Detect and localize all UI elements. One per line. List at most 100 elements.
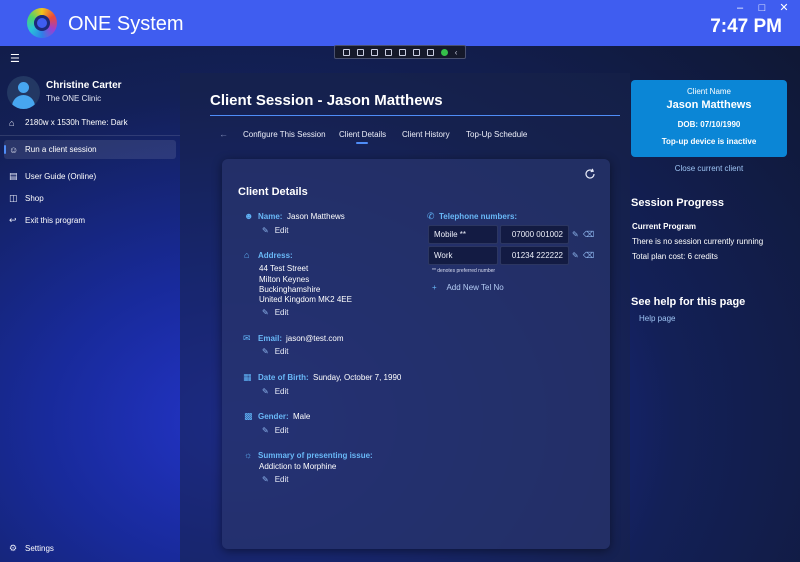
- edit-name-button[interactable]: ✎ Edit: [262, 226, 289, 235]
- maximize-icon[interactable]: □: [754, 2, 770, 14]
- sidebar: ☰ Christine Carter The ONE Clinic ⌂ 2180…: [0, 46, 180, 562]
- sidebar-item-label: Exit this program: [25, 216, 86, 225]
- collapse-chevron-icon[interactable]: ‹: [455, 48, 458, 57]
- tel-number-field[interactable]: 07000 001002: [500, 225, 569, 244]
- user-clinic: The ONE Clinic: [46, 94, 102, 103]
- pencil-icon: ✎: [262, 387, 269, 396]
- sidebar-item-label: 2180w x 1530h Theme: Dark: [25, 118, 128, 127]
- mail-icon: ✉: [243, 333, 251, 343]
- active-tab-indicator: [356, 142, 368, 144]
- client-card-name: Jason Matthews: [666, 99, 752, 111]
- gear-icon: ⚙: [9, 543, 18, 553]
- phone-icon: ✆: [427, 211, 435, 221]
- person-settings-icon: ☺: [9, 144, 19, 155]
- sidebar-item-label: Run a client session: [25, 145, 97, 154]
- client-card-dob: DOB: 07/10/1990: [677, 120, 741, 129]
- window-icon[interactable]: [356, 48, 364, 56]
- edit-address-button[interactable]: ✎ Edit: [262, 308, 289, 317]
- edit-issue-button[interactable]: ✎ Edit: [262, 475, 289, 484]
- address-label: Address:: [258, 251, 293, 260]
- help-title: See help for this page: [631, 296, 746, 308]
- edit-tel-icon[interactable]: ✎: [572, 251, 579, 260]
- pencil-icon: ✎: [262, 347, 269, 356]
- app-title: ONE System: [68, 13, 184, 35]
- email-label: Email:: [258, 334, 283, 343]
- frame-icon[interactable]: [384, 48, 392, 56]
- pencil-icon: ✎: [262, 426, 269, 435]
- gender-label: Gender:: [258, 412, 289, 421]
- name-label: Name:: [258, 212, 283, 221]
- title-underline: [210, 115, 620, 116]
- gender-value: Male: [293, 412, 311, 421]
- home-icon: ⌂: [244, 250, 250, 260]
- home-icon: ⌂: [9, 117, 15, 128]
- floating-toolbar: ‹: [334, 45, 466, 59]
- edit-tel-icon[interactable]: ✎: [572, 230, 579, 239]
- address-line: United Kingdom MK2 4EE: [259, 295, 352, 304]
- status-ok-icon[interactable]: [440, 48, 448, 56]
- person-icon: ☻: [244, 211, 254, 221]
- client-card-heading: Client Name: [686, 87, 731, 96]
- pencil-icon: ✎: [262, 308, 269, 317]
- dob-label: Date of Birth:: [258, 373, 309, 382]
- pencil-icon: ✎: [262, 226, 269, 235]
- sidebar-item-label: Settings: [25, 544, 54, 553]
- avatar: [7, 76, 40, 109]
- app-logo-icon: [27, 8, 57, 38]
- tab-client-details[interactable]: Client Details: [339, 130, 386, 139]
- sidebar-item-shop[interactable]: ◫ Shop: [4, 189, 176, 208]
- hamburger-menu-icon[interactable]: ☰: [10, 54, 20, 65]
- tel-number-field[interactable]: 01234 222222: [500, 246, 569, 265]
- back-arrow-icon[interactable]: ←: [219, 129, 228, 139]
- clock: 7:47 PM: [710, 16, 782, 37]
- book-icon: ▤: [9, 171, 18, 181]
- delete-tel-icon[interactable]: ⌫: [583, 230, 594, 239]
- telephone-label: Telephone numbers:: [439, 212, 518, 221]
- tab-configure-session[interactable]: Configure This Session: [243, 130, 326, 139]
- sidebar-item-label: User Guide (Online): [25, 172, 97, 181]
- delete-tel-icon[interactable]: ⌫: [583, 251, 594, 260]
- edit-gender-button[interactable]: ✎ Edit: [262, 426, 289, 435]
- issue-label: Summary of presenting issue:: [258, 451, 373, 460]
- sidebar-item-run-session[interactable]: ☺ Run a client session: [4, 140, 176, 159]
- client-card-topup-status: Top-up device is inactive: [661, 137, 757, 146]
- edit-email-button[interactable]: ✎ Edit: [262, 347, 289, 356]
- plus-icon: +: [432, 283, 437, 292]
- divider: [0, 135, 180, 136]
- screen-icon[interactable]: [398, 48, 406, 56]
- session-progress-title: Session Progress: [631, 197, 724, 209]
- preferred-number-note: ** denotes preferred number: [432, 268, 496, 274]
- edit-dob-button[interactable]: ✎ Edit: [262, 387, 289, 396]
- refresh-icon[interactable]: [584, 168, 596, 180]
- close-client-link[interactable]: Close current client: [631, 164, 787, 173]
- tab-top-up-schedule[interactable]: Top-Up Schedule: [466, 130, 527, 139]
- client-card: Client Name Jason Matthews DOB: 07/10/19…: [631, 80, 787, 157]
- sidebar-item-settings[interactable]: ⚙ Settings: [4, 539, 176, 558]
- tel-type-field[interactable]: Work: [428, 246, 498, 265]
- address-line: Buckinghamshire: [259, 285, 321, 294]
- address-line: Milton Keynes: [259, 275, 310, 284]
- sidebar-item-exit[interactable]: ↩ Exit this program: [4, 211, 176, 230]
- capture-icon[interactable]: [342, 48, 350, 56]
- tab-client-history[interactable]: Client History: [402, 130, 450, 139]
- title-bar: ONE System – □ ✕ 7:47 PM: [0, 0, 800, 46]
- cart-icon: ◫: [9, 193, 18, 203]
- calendar-icon: ▦: [243, 372, 252, 382]
- page-title: Client Session - Jason Matthews: [210, 92, 443, 109]
- minimize-icon[interactable]: –: [732, 2, 748, 14]
- tel-type-field[interactable]: Mobile **: [428, 225, 498, 244]
- address-line: 44 Test Street: [259, 264, 309, 273]
- sidebar-item-display-info[interactable]: ⌂ 2180w x 1530h Theme: Dark: [4, 113, 176, 132]
- bluetooth-icon[interactable]: [426, 48, 434, 56]
- email-value: jason@test.com: [286, 334, 344, 343]
- name-value: Jason Matthews: [287, 212, 345, 221]
- cast-icon[interactable]: [370, 48, 378, 56]
- exit-icon: ↩: [9, 215, 17, 225]
- sidebar-item-user-guide[interactable]: ▤ User Guide (Online): [4, 167, 176, 186]
- help-page-link[interactable]: Help page: [639, 314, 675, 323]
- plan-cost: Total plan cost: 6 credits: [632, 252, 718, 261]
- network-icon[interactable]: [412, 48, 420, 56]
- add-tel-button[interactable]: + Add New Tel No: [432, 283, 504, 292]
- sidebar-item-label: Shop: [25, 194, 44, 203]
- close-icon[interactable]: ✕: [776, 2, 792, 14]
